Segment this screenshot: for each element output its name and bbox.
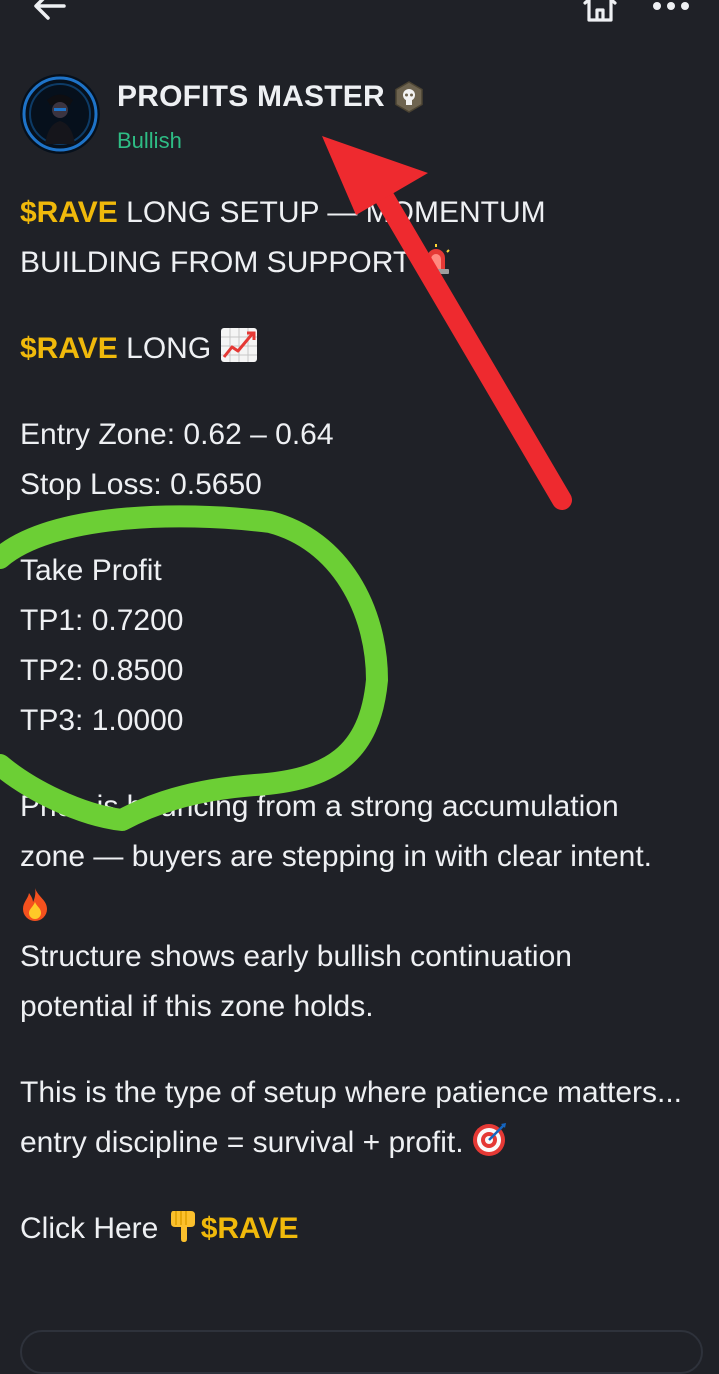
ticker-link[interactable]: $RAVE: [20, 196, 118, 229]
sentiment-label: Bullish: [117, 128, 182, 153]
tp1: TP1: 0.7200: [20, 604, 184, 637]
more-dots-icon: [653, 2, 689, 10]
home-button[interactable]: [578, 0, 622, 26]
take-profit-heading: Take Profit: [20, 554, 162, 587]
back-button[interactable]: [28, 0, 72, 26]
ticker-link[interactable]: $RAVE: [20, 332, 118, 365]
tp3: TP3: 1.0000: [20, 704, 184, 737]
cta-line: Click Here $RAVE: [20, 1204, 690, 1254]
signal-line: $RAVE LONG: [20, 324, 690, 374]
analysis-line-1: Price is bouncing from a strong accumula…: [20, 790, 653, 873]
author-name[interactable]: PROFITS MASTER: [117, 80, 385, 114]
pointing-down-icon: [170, 1211, 195, 1242]
cta-text: Click Here: [20, 1212, 167, 1245]
chart-increasing-icon: [220, 328, 257, 362]
post-title: $RAVE LONG SETUP — MOMENTUM BUILDING FRO…: [20, 188, 690, 288]
author-name-row: PROFITS MASTER: [117, 80, 424, 114]
post-body: $RAVE LONG SETUP — MOMENTUM BUILDING FRO…: [20, 188, 690, 1254]
discipline-paragraph: This is the type of setup where patience…: [20, 1068, 690, 1168]
analysis-line-2: Structure shows early bullish continuati…: [20, 940, 572, 1023]
discipline-line-1: This is the type of setup where patience…: [20, 1076, 682, 1109]
analysis-paragraph: Price is bouncing from a strong accumula…: [20, 782, 690, 1032]
top-bar: [0, 0, 719, 40]
target-icon: [472, 1123, 506, 1156]
stop-loss: Stop Loss: 0.5650: [20, 468, 262, 501]
verified-badge-icon: [395, 81, 423, 113]
avatar-image: [20, 74, 100, 154]
siren-icon: [422, 244, 450, 274]
signal-text: LONG: [117, 332, 220, 365]
avatar[interactable]: [20, 74, 100, 154]
discipline-line-2: entry discipline = survival + profit.: [20, 1126, 472, 1159]
home-icon: [583, 0, 617, 22]
tp2: TP2: 0.8500: [20, 654, 184, 687]
next-card-edge: [20, 1330, 703, 1374]
more-options-button[interactable]: [646, 0, 696, 20]
entry-zone: Entry Zone: 0.62 – 0.64: [20, 418, 334, 451]
arrow-left-icon: [34, 0, 66, 20]
ticker-link[interactable]: $RAVE: [201, 1212, 299, 1245]
fire-icon: [23, 888, 47, 921]
